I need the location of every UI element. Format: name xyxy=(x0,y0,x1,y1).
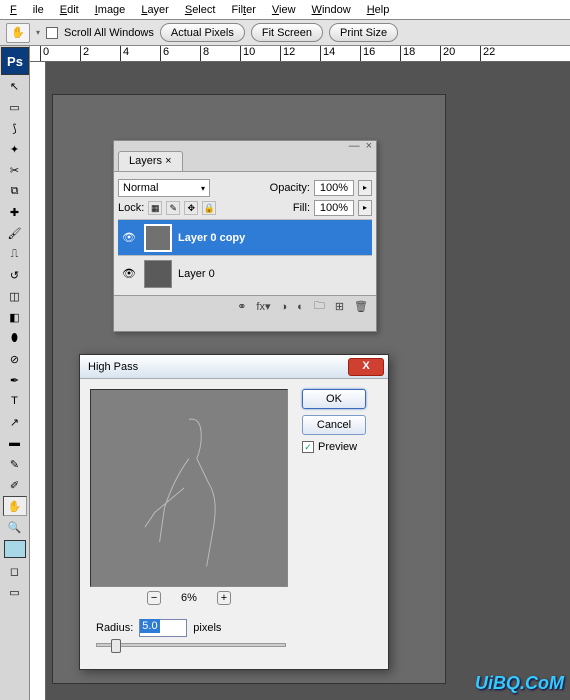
zoom-tool-icon[interactable]: 🔍 xyxy=(3,517,27,537)
layer-thumbnail[interactable] xyxy=(144,260,172,288)
dialog-title: High Pass xyxy=(88,361,138,373)
menu-filter[interactable]: Filter xyxy=(223,2,263,18)
pen-tool-icon[interactable]: ✒ xyxy=(3,370,27,390)
fill-label: Fill: xyxy=(293,202,310,214)
dodge-tool-icon[interactable]: ⊘ xyxy=(3,349,27,369)
lock-move-icon[interactable]: ✥ xyxy=(184,201,198,215)
eyedropper-tool-icon[interactable]: ✐ xyxy=(3,475,27,495)
ps-logo: Ps xyxy=(1,47,29,75)
preview-label: Preview xyxy=(318,441,357,453)
marquee-tool-icon[interactable]: ▭ xyxy=(3,97,27,117)
menu-window[interactable]: Window xyxy=(304,2,359,18)
radius-unit: pixels xyxy=(193,622,221,634)
layer-name: Layer 0 xyxy=(178,268,215,280)
zoom-out-icon[interactable]: − xyxy=(147,591,161,605)
screenmode-icon[interactable]: ▭ xyxy=(3,582,27,602)
brush-tool-icon[interactable]: 🖌 xyxy=(3,223,27,243)
lock-all-icon[interactable]: 🔒 xyxy=(202,201,216,215)
zoom-level: 6% xyxy=(181,592,197,604)
opacity-flyout-icon[interactable]: ▸ xyxy=(358,180,372,196)
adjustment-icon[interactable]: ◐ xyxy=(297,301,304,313)
print-size-button[interactable]: Print Size xyxy=(329,23,398,42)
opacity-label: Opacity: xyxy=(270,182,310,194)
healing-tool-icon[interactable]: ✚ xyxy=(3,202,27,222)
slice-tool-icon[interactable]: ⧉ xyxy=(3,181,27,201)
slider-handle[interactable] xyxy=(111,639,121,653)
vertical-ruler xyxy=(30,62,46,700)
high-pass-dialog: High Pass X − 6% + Radius: 5.0 pixels OK… xyxy=(79,354,389,670)
wand-tool-icon[interactable]: ✦ xyxy=(3,139,27,159)
foreground-color-swatch[interactable] xyxy=(4,540,26,558)
lock-paint-icon[interactable]: ✎ xyxy=(166,201,180,215)
actual-pixels-button[interactable]: Actual Pixels xyxy=(160,23,245,42)
lock-label: Lock: xyxy=(118,202,144,214)
watermark: UiBQ.CoM xyxy=(475,673,564,694)
lock-transparent-icon[interactable]: ▦ xyxy=(148,201,162,215)
layers-panel: — × Layers × Normal▾ Opacity: 100% ▸ Lock… xyxy=(113,140,377,332)
fit-screen-button[interactable]: Fit Screen xyxy=(251,23,323,42)
visibility-icon[interactable]: 👁 xyxy=(120,267,138,280)
blend-mode-select[interactable]: Normal▾ xyxy=(118,179,210,197)
gradient-tool-icon[interactable]: ◧ xyxy=(3,307,27,327)
app-menubar: File Edit Image Layer Select Filter View… xyxy=(0,0,570,20)
menu-edit[interactable]: Edit xyxy=(52,2,87,18)
cancel-button[interactable]: Cancel xyxy=(302,415,366,435)
notes-tool-icon[interactable]: ✎ xyxy=(3,454,27,474)
trash-icon[interactable]: 🗑 xyxy=(354,300,368,313)
layers-tab[interactable]: Layers × xyxy=(118,151,183,171)
stamp-tool-icon[interactable]: ⎍ xyxy=(3,244,27,264)
history-brush-icon[interactable]: ↺ xyxy=(3,265,27,285)
layer-thumbnail[interactable] xyxy=(144,224,172,252)
hand-tool-icon[interactable]: ✋ xyxy=(6,23,30,43)
close-icon[interactable]: X xyxy=(348,358,384,376)
fill-flyout-icon[interactable]: ▸ xyxy=(358,200,372,216)
horizontal-ruler: 0 2 4 6 8 10 12 14 16 18 20 22 xyxy=(30,46,570,62)
scroll-all-checkbox[interactable] xyxy=(46,27,58,39)
zoom-in-icon[interactable]: + xyxy=(217,591,231,605)
link-layers-icon[interactable]: ⚭ xyxy=(237,300,246,313)
shape-tool-icon[interactable]: ▬ xyxy=(3,433,27,453)
dialog-titlebar[interactable]: High Pass X xyxy=(80,355,388,379)
menu-file[interactable]: File xyxy=(2,2,52,18)
group-icon[interactable]: 🗀 xyxy=(314,297,325,316)
layer-row[interactable]: 👁 Layer 0 xyxy=(118,255,372,291)
close-panel-icon[interactable]: × xyxy=(366,140,372,152)
crop-tool-icon[interactable]: ✂ xyxy=(3,160,27,180)
options-bar: ✋ ▾ Scroll All Windows Actual Pixels Fit… xyxy=(0,20,570,46)
opacity-input[interactable]: 100% xyxy=(314,180,354,196)
radius-input[interactable]: 5.0 xyxy=(139,619,187,637)
ok-button[interactable]: OK xyxy=(302,389,366,409)
new-layer-icon[interactable]: ⊞ xyxy=(335,300,344,313)
filter-preview[interactable] xyxy=(90,389,288,587)
eraser-tool-icon[interactable]: ◫ xyxy=(3,286,27,306)
preview-checkbox[interactable]: ✓ xyxy=(302,441,314,453)
blur-tool-icon[interactable]: ⬮ xyxy=(3,328,27,348)
visibility-icon[interactable]: 👁 xyxy=(120,231,138,244)
layer-name: Layer 0 copy xyxy=(178,232,245,244)
menu-layer[interactable]: Layer xyxy=(133,2,177,18)
quickmask-icon[interactable]: ◻ xyxy=(3,561,27,581)
lasso-tool-icon[interactable]: ⟆ xyxy=(3,118,27,138)
menu-help[interactable]: Help xyxy=(359,2,398,18)
menu-select[interactable]: Select xyxy=(177,2,224,18)
minimize-icon[interactable]: — xyxy=(349,140,360,152)
menu-image[interactable]: Image xyxy=(87,2,134,18)
layer-row[interactable]: 👁 Layer 0 copy xyxy=(118,219,372,255)
move-tool-icon[interactable]: ↖ xyxy=(3,76,27,96)
fx-icon[interactable]: fx▾ xyxy=(256,300,270,313)
menu-view[interactable]: View xyxy=(264,2,304,18)
type-tool-icon[interactable]: T xyxy=(3,391,27,411)
scroll-all-label: Scroll All Windows xyxy=(64,27,154,39)
path-tool-icon[interactable]: ↗ xyxy=(3,412,27,432)
radius-slider[interactable] xyxy=(96,643,286,647)
hand-tool-icon[interactable]: ✋ xyxy=(3,496,27,516)
mask-icon[interactable]: ◑ xyxy=(281,301,288,313)
fill-input[interactable]: 100% xyxy=(314,200,354,216)
radius-label: Radius: xyxy=(96,622,133,634)
tool-sidebar: Ps ↖ ▭ ⟆ ✦ ✂ ⧉ ✚ 🖌 ⎍ ↺ ◫ ◧ ⬮ ⊘ ✒ T ↗ ▬ ✎… xyxy=(0,46,30,700)
